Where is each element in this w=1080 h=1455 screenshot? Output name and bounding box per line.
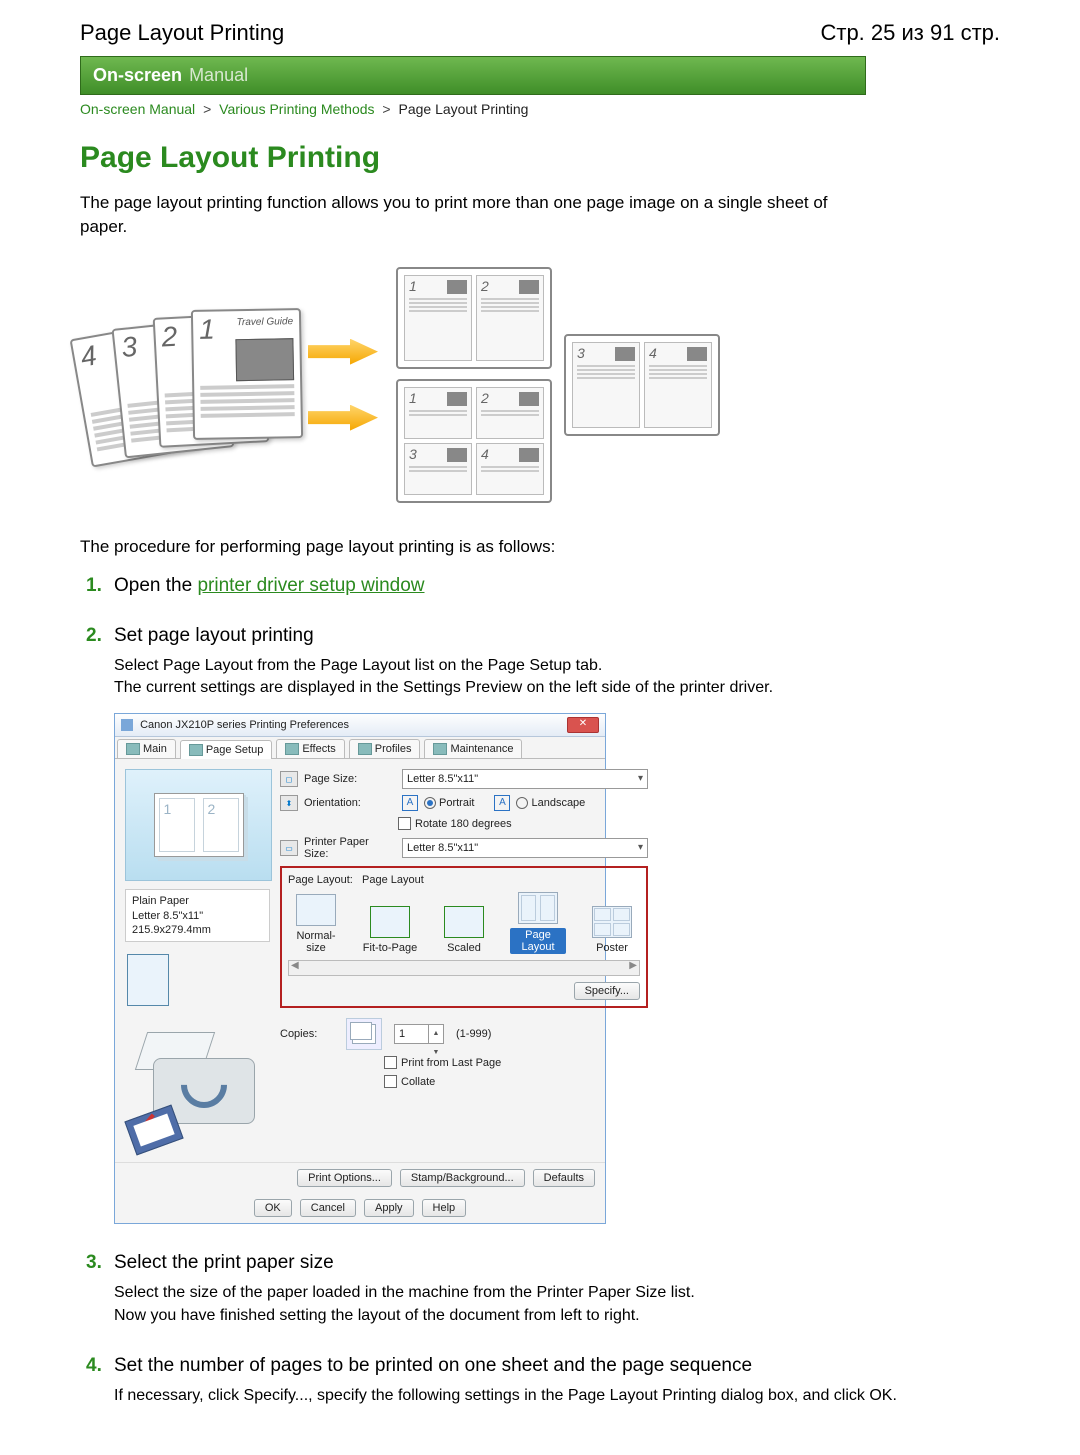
step2-body2: The current settings are displayed in th… (114, 677, 934, 699)
step3-body1: Select the size of the paper loaded in t… (114, 1282, 934, 1304)
print-options-button[interactable]: Print Options... (297, 1169, 392, 1187)
page-layout-label: Page Layout: (288, 874, 353, 886)
ok-button[interactable]: OK (254, 1199, 292, 1217)
result-2up-illustration: 1 2 (396, 267, 552, 369)
breadcrumb-sep: > (199, 101, 215, 117)
breadcrumb-home[interactable]: On-screen Manual (80, 101, 195, 117)
step4-head: Set the number of pages to be printed on… (114, 1355, 1000, 1377)
step4-body: If necessary, click Specify..., specify … (114, 1385, 934, 1407)
step3-head: Select the print paper size (114, 1252, 1000, 1274)
landscape-radio[interactable]: Landscape (516, 797, 585, 809)
page-size-label: Page Size: (304, 773, 396, 785)
step-4: Set the number of pages to be printed on… (86, 1355, 1000, 1407)
tab-icon (189, 744, 203, 756)
page-title: Page Layout Printing (80, 141, 1000, 175)
tab-maintenance[interactable]: Maintenance (424, 739, 522, 758)
specify-button[interactable]: Specify... (574, 982, 640, 1000)
stamp-background-button[interactable]: Stamp/Background... (400, 1169, 525, 1187)
intro-text: The page layout printing function allows… (80, 191, 860, 239)
tab-icon (358, 743, 372, 755)
tab-profiles[interactable]: Profiles (349, 739, 421, 758)
tab-effects[interactable]: Effects (276, 739, 344, 758)
opt-normal-size[interactable]: Normal-size (288, 894, 344, 954)
step3-body2: Now you have finished setting the layout… (114, 1305, 934, 1327)
page-layout-group: Page Layout: Page Layout Normal-size (280, 866, 648, 1008)
step-2: Set page layout printing Select Page Lay… (86, 625, 1000, 1225)
breadcrumb: On-screen Manual > Various Printing Meth… (80, 95, 1000, 121)
page-num-2: 2 (161, 320, 178, 353)
printing-preferences-dialog: Canon JX210P series Printing Preferences… (114, 713, 606, 1224)
breadcrumb-current: Page Layout Printing (398, 101, 528, 117)
printer-paper-size-combo[interactable]: Letter 8.5"x11" (402, 838, 648, 858)
portrait-radio[interactable]: Portrait (424, 797, 474, 809)
layout-scrollbar[interactable] (288, 960, 640, 976)
defaults-button[interactable]: Defaults (533, 1169, 595, 1187)
paper-swatch-icon (127, 954, 169, 1006)
page-layout-value: Page Layout (362, 874, 424, 886)
orientation-label: Orientation: (304, 797, 396, 809)
breadcrumb-section[interactable]: Various Printing Methods (219, 101, 374, 117)
cancel-button[interactable]: Cancel (300, 1199, 356, 1217)
apply-button[interactable]: Apply (364, 1199, 414, 1217)
page-num-1: 1 (199, 313, 215, 345)
tab-icon (285, 743, 299, 755)
paper-info: Plain Paper Letter 8.5"x11" 215.9x279.4m… (125, 889, 270, 942)
result-4up-illustration: 1 2 3 4 (396, 379, 552, 503)
help-button[interactable]: Help (422, 1199, 467, 1217)
procedure-lead: The procedure for performing page layout… (80, 537, 1000, 557)
page-num-4: 4 (78, 339, 99, 373)
banner-rest: Manual (189, 65, 248, 85)
thumb-title: Travel Guide (236, 316, 293, 328)
printer-driver-setup-link[interactable]: printer driver setup window (197, 575, 424, 596)
close-button[interactable]: ✕ (567, 717, 599, 733)
rotate-180-checkbox[interactable]: Rotate 180 degrees (398, 817, 512, 830)
printer-illustration (125, 1022, 265, 1152)
opt-scaled[interactable]: Scaled (436, 906, 492, 954)
breadcrumb-sep: > (378, 101, 394, 117)
app-icon (121, 719, 133, 731)
page-num-3: 3 (120, 330, 139, 363)
arrow-icon (308, 339, 378, 365)
copies-range: (1-999) (456, 1028, 491, 1040)
manual-banner: On-screen Manual (80, 56, 866, 95)
tab-page-setup[interactable]: Page Setup (180, 740, 273, 759)
step-3: Select the print paper size Select the s… (86, 1252, 1000, 1327)
stacked-pages-illustration: 4 3 2 1 Travel Guide (80, 305, 290, 465)
tab-strip: Main Page Setup Effects Profiles Mainten… (115, 737, 605, 759)
page-size-icon: ◻ (280, 771, 298, 787)
opt-poster[interactable]: Poster (584, 906, 640, 954)
arrow-icon (308, 405, 378, 431)
opt-fit-to-page[interactable]: Fit-to-Page (362, 906, 418, 954)
printer-paper-size-label: Printer Paper Size: (304, 836, 396, 860)
page-size-combo[interactable]: Letter 8.5"x11" (402, 769, 648, 789)
running-head-right: Стр. 25 из 91 стр. (820, 20, 1000, 46)
portrait-a-icon: A (402, 795, 418, 811)
orientation-icon: ⬍ (280, 795, 298, 811)
running-head-left: Page Layout Printing (80, 20, 284, 46)
photo-placeholder-icon (235, 338, 294, 381)
step2-body1: Select Page Layout from the Page Layout … (114, 655, 934, 677)
result-2up-illustration: 3 4 (564, 334, 720, 436)
tab-icon (126, 743, 140, 755)
dialog-title: Canon JX210P series Printing Preferences (140, 719, 349, 731)
copies-icon (346, 1018, 382, 1050)
step-1: Open the printer driver setup window (86, 575, 1000, 597)
copies-spinner[interactable]: 1 ▲▼ (394, 1024, 444, 1044)
landscape-a-icon: A (494, 795, 510, 811)
banner-strong: On-screen (93, 65, 182, 85)
copies-label: Copies: (280, 1028, 340, 1040)
settings-preview (125, 769, 272, 881)
printer-paper-size-icon: ▭ (280, 840, 298, 856)
tab-main[interactable]: Main (117, 739, 176, 758)
step1-lead: Open the (114, 575, 197, 596)
tab-icon (433, 743, 447, 755)
collate-checkbox[interactable]: Collate (384, 1075, 435, 1088)
step2-head: Set page layout printing (114, 625, 1000, 647)
concept-figure: 4 3 2 1 Travel Guide 1 2 1 2 3 4 (80, 267, 1000, 503)
opt-page-layout[interactable]: Page Layout (510, 892, 566, 954)
